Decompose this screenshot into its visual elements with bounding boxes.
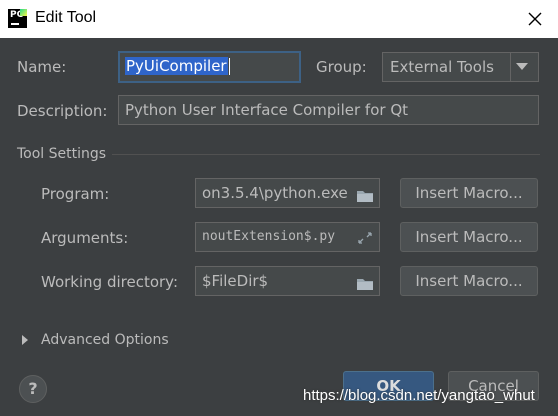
- watermark-text: https://blog.csdn.net/yangtao_whut: [303, 387, 535, 404]
- group-label: Group:: [316, 58, 367, 76]
- name-label: Name:: [17, 58, 67, 76]
- chevron-down-icon[interactable]: [516, 63, 528, 70]
- arguments-label: Arguments:: [41, 229, 129, 247]
- close-icon[interactable]: [524, 8, 546, 30]
- title-bar: PC Edit Tool: [0, 0, 558, 38]
- help-button[interactable]: ?: [19, 375, 47, 403]
- expand-icon[interactable]: [356, 229, 374, 245]
- working-directory-insert-macro-button[interactable]: Insert Macro...: [400, 266, 538, 296]
- folder-icon[interactable]: [356, 185, 374, 202]
- name-input[interactable]: PyUiCompiler: [118, 51, 301, 83]
- program-label: Program:: [41, 185, 110, 203]
- advanced-options-label: Advanced Options: [41, 332, 169, 348]
- program-insert-macro-button[interactable]: Insert Macro...: [400, 178, 538, 208]
- pycharm-app-icon: PC: [8, 9, 27, 28]
- dropdown-divider: [510, 53, 511, 81]
- text-caret: [228, 58, 230, 75]
- name-input-value: PyUiCompiler: [125, 57, 228, 75]
- arguments-input[interactable]: noutExtension$.py: [195, 222, 380, 252]
- working-directory-input-value: $FileDir$: [202, 272, 269, 290]
- window-title: Edit Tool: [35, 9, 97, 26]
- arguments-insert-macro-button[interactable]: Insert Macro...: [400, 222, 538, 252]
- folder-icon[interactable]: [356, 273, 374, 290]
- description-label: Description:: [17, 102, 108, 120]
- tool-settings-heading: Tool Settings: [17, 146, 107, 162]
- program-input-value: оn3.5.4\python.exe: [202, 184, 348, 202]
- group-dropdown-value: External Tools: [390, 58, 494, 76]
- working-directory-input[interactable]: $FileDir$: [195, 266, 380, 296]
- working-directory-label: Working directory:: [41, 273, 179, 291]
- arguments-input-value: noutExtension$.py: [202, 229, 336, 244]
- program-input[interactable]: оn3.5.4\python.exe: [195, 178, 380, 208]
- group-dropdown[interactable]: External Tools: [382, 52, 539, 82]
- chevron-right-icon: [22, 335, 28, 345]
- description-input[interactable]: Python User Interface Compiler for Qt: [118, 95, 539, 125]
- section-divider: [112, 154, 540, 155]
- description-input-value: Python User Interface Compiler for Qt: [125, 101, 409, 119]
